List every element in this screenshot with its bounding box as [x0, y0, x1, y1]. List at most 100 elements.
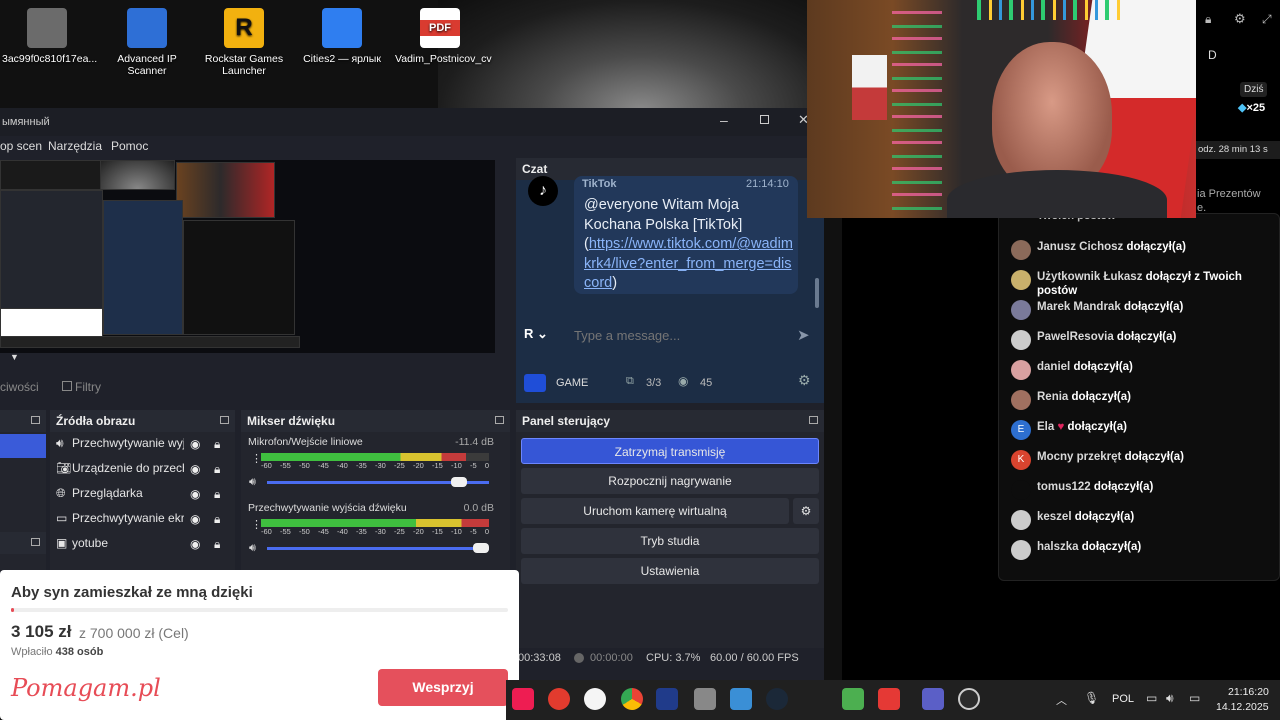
- user-avatar[interactable]: [1011, 540, 1031, 560]
- user-avatar[interactable]: [1011, 270, 1031, 290]
- dock-icon[interactable]: [31, 416, 40, 424]
- scene-item-selected[interactable]: [0, 434, 46, 458]
- volume-slider-handle[interactable]: [450, 477, 467, 487]
- stop-stream-button[interactable]: Zatrzymaj transmisję: [521, 438, 819, 464]
- rockstar-taskbar-icon[interactable]: [548, 688, 570, 710]
- teams-taskbar-icon[interactable]: [922, 688, 944, 710]
- media-player-taskbar-icon[interactable]: [878, 688, 900, 710]
- lock-icon[interactable]: 🔒︎: [214, 512, 220, 527]
- chat-scrollbar[interactable]: [815, 278, 819, 308]
- feed-username[interactable]: Ela: [1037, 421, 1054, 433]
- support-button[interactable]: Wesprzyj: [378, 669, 508, 706]
- feed-username[interactable]: Renia: [1037, 391, 1068, 403]
- volume-slider-handle[interactable]: [473, 543, 489, 553]
- desktop-icon-cities2[interactable]: Cities2 — ярлык: [297, 2, 387, 65]
- source-item[interactable]: 🌐︎ Przeglądarka ◉ 🔒︎: [50, 482, 235, 507]
- user-avatar[interactable]: [1011, 240, 1031, 260]
- user-avatar[interactable]: [1011, 360, 1031, 380]
- settings-button[interactable]: Ustawienia: [521, 558, 819, 584]
- feed-username[interactable]: Janusz Cichosz: [1037, 241, 1123, 253]
- preview-canvas[interactable]: ▼: [0, 160, 495, 362]
- feed-username[interactable]: daniel: [1037, 361, 1070, 373]
- expand-icon[interactable]: ⤢: [1262, 12, 1272, 27]
- volume-icon[interactable]: 🔊︎: [1166, 691, 1174, 706]
- lock-icon[interactable]: 🔒︎: [214, 487, 220, 502]
- minimize-icon[interactable]: –: [720, 112, 728, 128]
- dock-icon[interactable]: [31, 538, 40, 546]
- tab-filters[interactable]: Filtry: [62, 380, 101, 394]
- dock-icon[interactable]: [495, 416, 504, 424]
- user-avatar[interactable]: [1011, 300, 1031, 320]
- menu-help[interactable]: Pomoc: [111, 139, 148, 153]
- source-item[interactable]: ▣ yotube ◉ 🔒︎: [50, 532, 235, 557]
- virtual-camera-button[interactable]: Uruchom kamerę wirtualną: [521, 498, 789, 524]
- dropdown-arrow-icon[interactable]: ▼: [10, 352, 19, 362]
- box-app-taskbar-icon[interactable]: [694, 688, 716, 710]
- user-avatar[interactable]: [1011, 480, 1031, 500]
- studio-mode-button[interactable]: Tryb studia: [521, 528, 819, 554]
- user-avatar[interactable]: [1011, 330, 1031, 350]
- desktop-icon-ip-scanner[interactable]: Advanced IP Scanner: [102, 2, 192, 77]
- battery-icon[interactable]: ▭: [1189, 691, 1200, 705]
- virtual-camera-settings-button[interactable]: ⚙: [793, 498, 819, 524]
- chrome-taskbar-icon[interactable]: [621, 688, 643, 710]
- chevron-up-icon[interactable]: ︿: [1056, 692, 1067, 708]
- visibility-eye-icon[interactable]: ◉: [190, 487, 200, 501]
- user-avatar[interactable]: [1011, 390, 1031, 410]
- settings-icon[interactable]: ⚙: [1234, 11, 1246, 27]
- menu-scene-collection[interactable]: ор scen: [0, 139, 42, 153]
- user-avatar[interactable]: K: [1011, 450, 1031, 470]
- game-taskbar-icon[interactable]: [842, 688, 864, 710]
- tiktok-taskbar-icon[interactable]: [512, 688, 534, 710]
- network-icon[interactable]: ▭: [1146, 691, 1157, 705]
- send-icon[interactable]: ➤: [797, 326, 810, 344]
- gear-icon[interactable]: ⚙: [798, 372, 811, 389]
- language-indicator[interactable]: POL: [1112, 693, 1134, 705]
- obs-taskbar-icon[interactable]: [958, 688, 980, 710]
- start-recording-button[interactable]: Rozpocznij nagrywanie: [521, 468, 819, 494]
- speaker-icon[interactable]: 🔊︎: [249, 542, 256, 555]
- clock-time[interactable]: 21:16:20: [1228, 686, 1269, 698]
- volume-slider[interactable]: [267, 543, 489, 553]
- lock-icon[interactable]: 🔒︎: [214, 437, 220, 452]
- user-avatar[interactable]: [1011, 510, 1031, 530]
- feed-username[interactable]: tomus122: [1037, 481, 1091, 493]
- pomagam-logo[interactable]: Pomagam.pl: [11, 674, 161, 702]
- maximize-icon[interactable]: [760, 115, 769, 124]
- microphone-icon[interactable]: 🎙︎: [1084, 691, 1099, 705]
- speaker-icon[interactable]: 🔊︎: [249, 476, 256, 489]
- visibility-eye-icon[interactable]: ◉: [190, 537, 200, 551]
- visibility-eye-icon[interactable]: ◉: [190, 437, 200, 451]
- clock-app-taskbar-icon[interactable]: [584, 688, 606, 710]
- chat-message-input[interactable]: [574, 326, 784, 344]
- menu-tools[interactable]: Narzędzia: [48, 139, 102, 153]
- steam-taskbar-icon[interactable]: [766, 688, 788, 710]
- desktop-icon-cv[interactable]: PDF Vadim_Postnicov_cv: [395, 2, 492, 65]
- feed-username[interactable]: keszel: [1037, 511, 1072, 523]
- feed-username[interactable]: PawelResovia: [1037, 331, 1114, 343]
- clock-date[interactable]: 14.12.2025: [1216, 701, 1269, 713]
- feed-username[interactable]: Marek Mandrak: [1037, 301, 1121, 313]
- visibility-eye-icon[interactable]: ◉: [190, 512, 200, 526]
- dock-icon[interactable]: [220, 416, 229, 424]
- desktop-icon-file[interactable]: 3ac99f0c810f17ea...: [2, 2, 97, 65]
- desktop-icon-rockstar[interactable]: R Rockstar Games Launcher: [199, 2, 289, 77]
- lock-icon[interactable]: 🔒︎: [214, 462, 220, 477]
- source-item[interactable]: 📷︎Urządzenie do przech ◉ 🔒︎: [50, 457, 235, 482]
- feed-username[interactable]: halszka: [1037, 541, 1079, 553]
- source-item[interactable]: 🔊︎ Przechwytywanie wyjś ◉ 🔒︎: [50, 432, 235, 457]
- bot-avatar-icon[interactable]: R ⌄: [524, 326, 548, 342]
- star-app-taskbar-icon[interactable]: [656, 688, 678, 710]
- source-item[interactable]: ▭ Przechwytywanie ekra ◉ 🔒︎: [50, 507, 235, 532]
- visibility-eye-icon[interactable]: ◉: [190, 462, 200, 476]
- user-avatar[interactable]: E: [1011, 420, 1031, 440]
- today-badge[interactable]: Dziś: [1240, 82, 1268, 97]
- lock-icon[interactable]: 🔒︎: [214, 537, 220, 552]
- feed-username[interactable]: Mocny przekręt: [1037, 451, 1121, 463]
- dock-icon[interactable]: [809, 416, 818, 424]
- lock-icon[interactable]: 🔒︎: [1205, 12, 1211, 27]
- feed-username[interactable]: Użytkownik Łukasz: [1037, 271, 1142, 283]
- volume-slider[interactable]: [267, 477, 489, 487]
- tab-properties[interactable]: ciwości: [0, 380, 39, 394]
- photos-taskbar-icon[interactable]: [730, 688, 752, 710]
